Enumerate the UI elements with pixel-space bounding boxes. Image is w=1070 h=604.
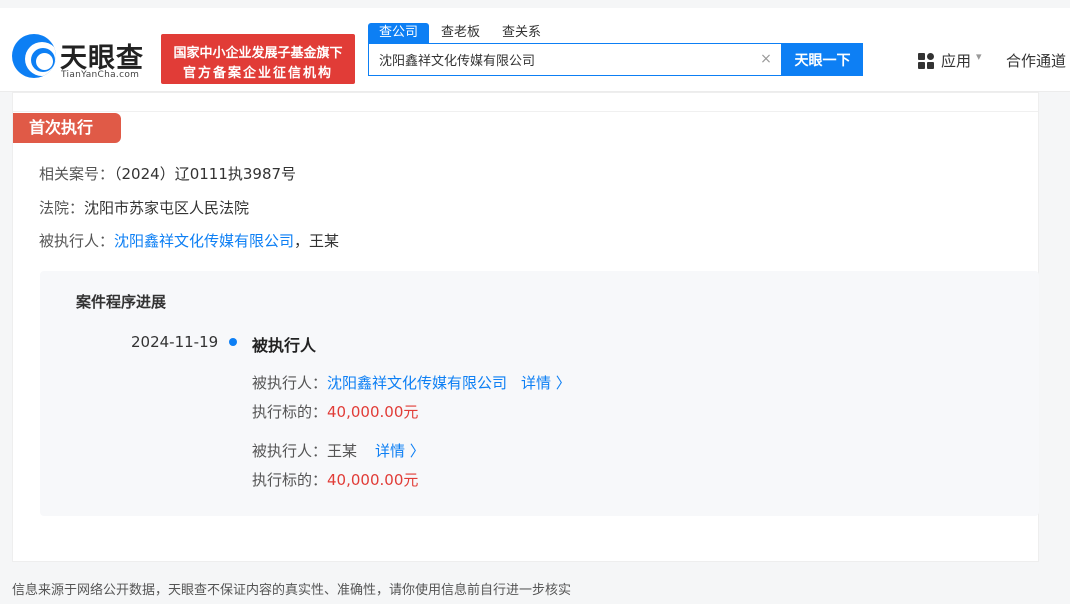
entry-person-name: 王某 <box>327 442 358 460</box>
entry-company-link[interactable]: 沈阳鑫祥文化传媒有限公司 <box>327 374 507 392</box>
tab-company[interactable]: 查公司 <box>368 23 430 43</box>
divider <box>13 111 1038 112</box>
detail-link[interactable]: 详情 〉 <box>521 374 571 392</box>
amount-value: 40,000.00元 <box>327 403 419 421</box>
chevron-down-icon: ▾ <box>976 50 982 63</box>
execution-record-card: 首次执行 相关案号：（2024）辽0111执3987号 法院：沈阳市苏家屯区人民… <box>12 92 1039 562</box>
case-progress-panel: 案件程序进展 2024-11-19 被执行人 被执行人：沈阳鑫祥文化传媒有限公司… <box>40 271 1039 516</box>
entry-name-label: 被执行人： <box>252 374 328 392</box>
detail-link[interactable]: 详情 〉 <box>375 442 425 460</box>
tab-boss[interactable]: 查老板 <box>441 23 480 43</box>
cooperate-link[interactable]: 合作通道 <box>1006 50 1066 71</box>
search-button[interactable]: 天眼一下 <box>782 43 863 76</box>
progress-title: 案件程序进展 <box>76 293 167 311</box>
grid-icon <box>918 53 934 69</box>
search-box: × <box>368 43 782 76</box>
amount-value: 40,000.00元 <box>327 471 419 489</box>
footer-disclaimer: 信息来源于网络公开数据，天眼查不保证内容的真实性、准确性，请你使用信息前自行进一… <box>12 583 572 598</box>
entry-name-label: 被执行人： <box>252 442 328 460</box>
clear-icon[interactable]: × <box>759 52 773 66</box>
tab-relation[interactable]: 查关系 <box>502 23 541 43</box>
case-number-row: 相关案号：（2024）辽0111执3987号 <box>39 163 296 184</box>
timeline-dot <box>229 338 237 346</box>
executed-company-link[interactable]: 沈阳鑫祥文化传媒有限公司 <box>114 232 294 250</box>
amount-label: 执行标的： <box>252 403 328 421</box>
case-number-value: （2024）辽0111执3987号 <box>114 165 297 183</box>
case-number-label: 相关案号： <box>39 165 115 183</box>
entry-2-name-row: 被执行人：王某 详情 〉 <box>252 440 425 461</box>
badge-line-1: 国家中小企业发展子基金旗下 <box>173 46 343 61</box>
tianyancha-logo[interactable]: 天眼查 TianYanCha.com <box>12 34 154 84</box>
court-label: 法院： <box>39 199 85 217</box>
record-type-tag: 首次执行 <box>13 113 121 143</box>
logo-mark-icon <box>12 34 56 78</box>
entry-1-amount-row: 执行标的：40,000.00元 <box>252 401 418 422</box>
badge-line-2: 官方备案企业征信机构 <box>182 66 333 81</box>
official-badge: 国家中小企业发展子基金旗下 官方备案企业征信机构 <box>161 34 355 84</box>
amount-label: 执行标的： <box>252 471 328 489</box>
top-header: 天眼查 TianYanCha.com 国家中小企业发展子基金旗下 官方备案企业征… <box>0 8 1070 92</box>
executed-party-row: 被执行人：沈阳鑫祥文化传媒有限公司，王某 <box>39 230 339 251</box>
logo-subtitle: TianYanCha.com <box>61 70 140 80</box>
entry-2-amount-row: 执行标的：40,000.00元 <box>252 469 418 490</box>
executed-person: 王某 <box>309 232 340 250</box>
court-row: 法院：沈阳市苏家屯区人民法院 <box>39 197 249 218</box>
court-value: 沈阳市苏家屯区人民法院 <box>84 199 250 217</box>
progress-date: 2024-11-19 <box>131 333 219 351</box>
progress-role: 被执行人 <box>252 336 317 355</box>
apps-label: 应用 <box>941 52 972 70</box>
executed-separator: ， <box>294 232 310 250</box>
search-input[interactable] <box>379 44 749 75</box>
entry-1-name-row: 被执行人：沈阳鑫祥文化传媒有限公司 详情 〉 <box>252 372 571 393</box>
executed-party-label: 被执行人： <box>39 232 115 250</box>
